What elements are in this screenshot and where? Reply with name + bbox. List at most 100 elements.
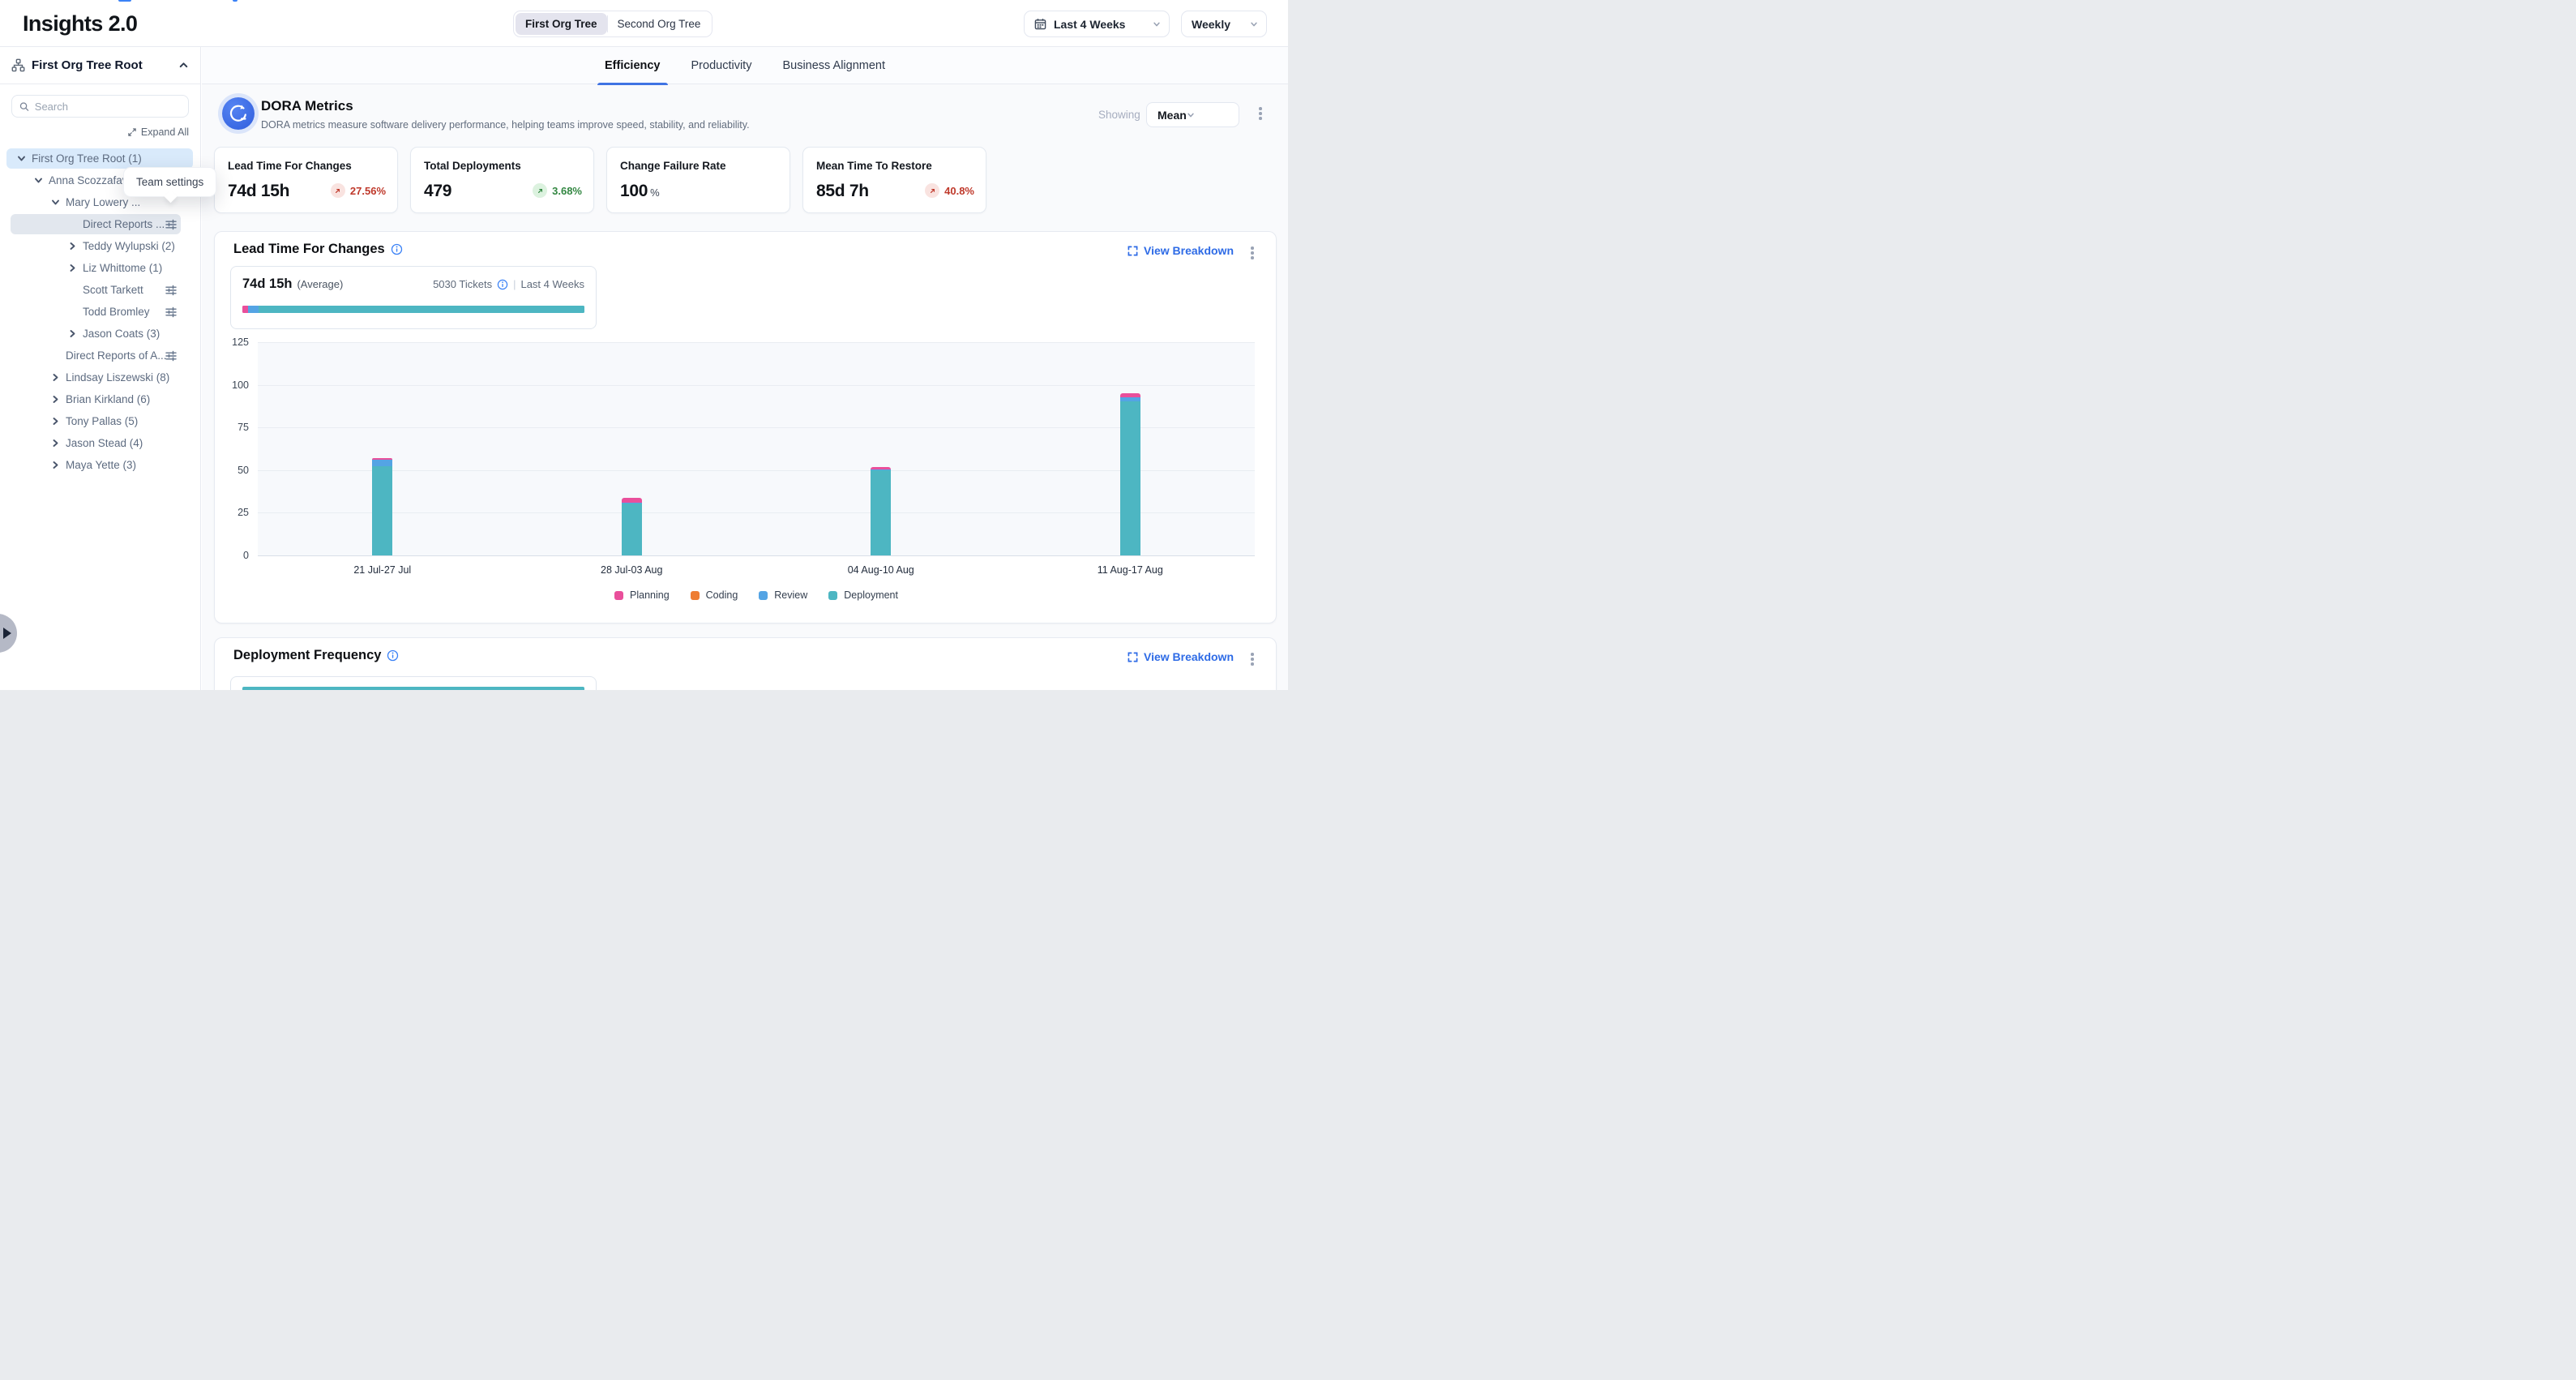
top-edge-artifact bbox=[233, 0, 237, 2]
date-range-select[interactable]: Last 4 Weeks bbox=[1024, 11, 1170, 37]
bar-segment-planning bbox=[622, 498, 642, 504]
tree-item[interactable]: Scott Tarkett bbox=[0, 279, 201, 301]
lead-time-section-card: Lead Time For Changes View Breakdown 74d… bbox=[214, 231, 1277, 624]
chart-legend: Planning Coding Review Deployment bbox=[258, 589, 1255, 601]
sidebar-search[interactable] bbox=[11, 95, 189, 118]
summary-tickets: 5030 Tickets bbox=[433, 278, 492, 290]
metric-delta: 27.56% bbox=[331, 183, 386, 198]
tree-item[interactable]: Lindsay Liszewski (8) bbox=[0, 366, 201, 388]
deployment-frequency-summary-card bbox=[230, 676, 597, 690]
legend-label: Review bbox=[774, 589, 807, 601]
toggle-second-org-tree[interactable]: Second Org Tree bbox=[608, 13, 711, 35]
tree-item[interactable]: Jason Coats (3) bbox=[0, 323, 201, 345]
legend-item-planning[interactable]: Planning bbox=[614, 589, 670, 601]
tab-business-alignment[interactable]: Business Alignment bbox=[782, 47, 885, 84]
tree-item[interactable]: Brian Kirkland (6) bbox=[0, 388, 201, 410]
sidebar-title: First Org Tree Root bbox=[32, 58, 172, 72]
info-icon[interactable] bbox=[391, 243, 403, 255]
bar-segment-review bbox=[372, 460, 392, 465]
tree-item-label: Lindsay Liszewski (8) bbox=[66, 366, 169, 388]
dora-kebab-menu[interactable] bbox=[1255, 105, 1266, 122]
search-icon bbox=[19, 101, 29, 112]
deployment-frequency-title: Deployment Frequency bbox=[233, 648, 399, 663]
legend-swatch bbox=[828, 591, 837, 600]
tab-productivity[interactable]: Productivity bbox=[691, 47, 752, 84]
lead-time-kebab-menu[interactable] bbox=[1247, 245, 1258, 261]
collapse-chevron-up-icon[interactable] bbox=[178, 60, 189, 71]
tree-item[interactable]: Tony Pallas (5) bbox=[0, 410, 201, 432]
tree-item-label: Todd Bromley bbox=[83, 301, 150, 323]
deployment-frequency-section-card: Deployment Frequency View Breakdown bbox=[214, 637, 1277, 690]
legend-label: Coding bbox=[706, 589, 738, 601]
calendar-icon bbox=[1034, 18, 1046, 30]
tree-item-label: Maya Yette (3) bbox=[66, 454, 136, 476]
stacked-bar[interactable] bbox=[622, 498, 642, 556]
tree-item[interactable]: First Org Tree Root (1) bbox=[0, 148, 201, 169]
view-breakdown-link[interactable]: View Breakdown bbox=[1128, 650, 1234, 663]
deployment-frequency-partial-bar bbox=[242, 687, 584, 690]
metric-card-total-deployments: Total Deployments 479 3.68% bbox=[410, 147, 594, 213]
metric-unit: % bbox=[650, 186, 659, 199]
tree-item[interactable]: Liz Whittome (1) bbox=[0, 257, 201, 279]
tree-item[interactable]: Todd Bromley bbox=[0, 301, 201, 323]
tree-item[interactable]: Teddy Wylupski (2) bbox=[0, 235, 201, 257]
legend-swatch bbox=[691, 591, 700, 600]
info-icon[interactable] bbox=[497, 279, 508, 290]
summary-range: Last 4 Weeks bbox=[520, 278, 584, 290]
legend-item-deployment[interactable]: Deployment bbox=[828, 589, 898, 601]
legend-item-coding[interactable]: Coding bbox=[691, 589, 738, 601]
metric-value: 100% bbox=[620, 182, 659, 201]
tree-item-label: Scott Tarkett bbox=[83, 279, 143, 301]
tree-item-label: Jason Coats (3) bbox=[83, 323, 160, 345]
bar-slot bbox=[258, 342, 507, 555]
date-range-value: Last 4 Weeks bbox=[1054, 18, 1153, 31]
legend-swatch bbox=[759, 591, 768, 600]
tree-item-label: First Org Tree Root (1) bbox=[32, 148, 142, 169]
metric-value: 479 bbox=[424, 182, 451, 201]
metric-card-lead-time: Lead Time For Changes 74d 15h 27.56% bbox=[214, 147, 398, 213]
tree-item[interactable]: Direct Reports ... bbox=[0, 213, 201, 235]
legend-item-review[interactable]: Review bbox=[759, 589, 807, 601]
deployment-frequency-kebab-menu[interactable] bbox=[1247, 651, 1258, 667]
trend-up-icon bbox=[533, 183, 547, 198]
lead-time-summary-card: 74d 15h (Average) 5030 Tickets | Last 4 … bbox=[230, 266, 597, 329]
tree-item[interactable]: Maya Yette (3) bbox=[0, 454, 201, 476]
metric-value: 74d 15h bbox=[228, 182, 289, 201]
aggregation-select[interactable]: Mean bbox=[1146, 102, 1239, 127]
toggle-first-org-tree[interactable]: First Org Tree bbox=[516, 13, 607, 35]
search-input[interactable] bbox=[35, 101, 181, 113]
phase-segment-review bbox=[248, 306, 259, 313]
tab-efficiency[interactable]: Efficiency bbox=[605, 47, 661, 84]
bar-slot bbox=[507, 342, 757, 555]
trend-up-icon bbox=[925, 183, 939, 198]
x-tick-label: 21 Jul-27 Jul bbox=[258, 564, 507, 576]
chevron-down-icon bbox=[1187, 111, 1195, 119]
y-tick-label: 50 bbox=[216, 465, 249, 476]
plot-area bbox=[258, 342, 1255, 555]
tree-item[interactable]: Jason Stead (4) bbox=[0, 432, 201, 454]
org-tree-toggle: First Org Tree Second Org Tree bbox=[513, 11, 712, 37]
view-breakdown-link[interactable]: View Breakdown bbox=[1128, 244, 1234, 257]
phase-distribution-bar bbox=[242, 306, 584, 313]
metric-delta: 3.68% bbox=[533, 183, 582, 198]
summary-qualifier: (Average) bbox=[297, 278, 343, 290]
dora-metrics-icon bbox=[222, 97, 255, 130]
bar-segment-deployment bbox=[622, 504, 642, 555]
info-icon[interactable] bbox=[387, 649, 399, 662]
metric-value: 85d 7h bbox=[816, 182, 869, 201]
expand-all-label: Expand All bbox=[141, 126, 189, 138]
stacked-bar[interactable] bbox=[1120, 393, 1140, 555]
stacked-bar[interactable] bbox=[372, 458, 392, 555]
tooltip-text: Team settings bbox=[136, 176, 203, 188]
tree-item-label: Tony Pallas (5) bbox=[66, 410, 138, 432]
stacked-bar[interactable] bbox=[871, 467, 891, 555]
granularity-select[interactable]: Weekly bbox=[1181, 11, 1267, 37]
expand-all-button[interactable]: Expand All bbox=[127, 126, 189, 138]
chevron-down-icon bbox=[1153, 20, 1161, 28]
metric-title: Lead Time For Changes bbox=[228, 160, 352, 172]
insights-app: Insights 2.0 First Org Tree Second Org T… bbox=[0, 0, 1288, 690]
phase-segment-deployment bbox=[259, 306, 584, 313]
bar-segment-deployment bbox=[372, 466, 392, 555]
tree-item[interactable]: Direct Reports of A... bbox=[0, 345, 201, 366]
expand-corners-icon bbox=[1128, 652, 1138, 662]
